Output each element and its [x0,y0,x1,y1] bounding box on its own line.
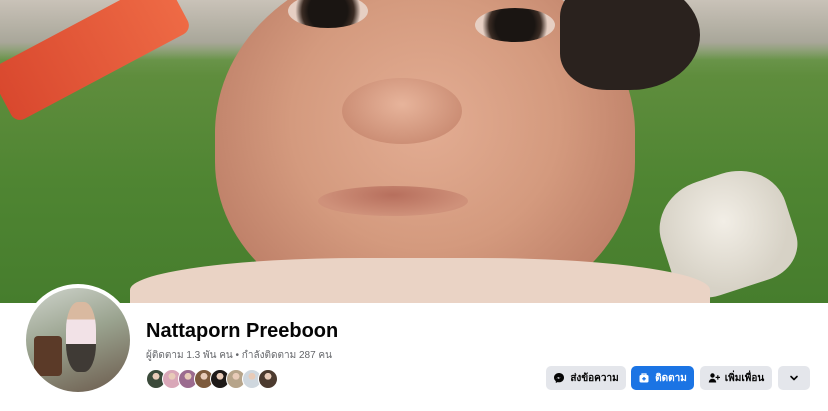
profile-avatar[interactable] [22,284,134,396]
add-friend-button[interactable]: เพิ่มเพื่อน [700,366,772,390]
cover-shoulder [130,258,710,303]
more-options-button[interactable] [778,366,810,390]
message-button[interactable]: ส่งข้อความ [546,366,626,390]
profile-name: Nattaporn Preeboon [146,320,339,342]
profile-follow-stats[interactable]: ผู้ติดตาม 1.3 พัน คน • กำลังติดตาม 287 ค… [146,348,332,363]
messenger-icon [554,373,565,383]
add-friend-icon [708,373,720,383]
follow-icon [639,373,649,383]
avatar-chair [34,336,62,376]
follow-button-label: ติดตาม [655,372,687,384]
add-friend-button-label: เพิ่มเพื่อน [724,372,765,384]
cover-right-eye [475,8,555,42]
avatar-person [66,302,96,372]
message-button-label: ส่งข้อความ [570,372,619,384]
friend-avatar[interactable] [258,369,278,389]
follow-button[interactable]: ติดตาม [631,366,694,390]
cover-mouth [318,186,468,216]
cover-hair [560,0,700,90]
chevron-down-icon [790,375,798,381]
friends-preview[interactable] [146,369,278,389]
cover-photo[interactable] [0,0,828,303]
cover-nose [342,78,462,144]
